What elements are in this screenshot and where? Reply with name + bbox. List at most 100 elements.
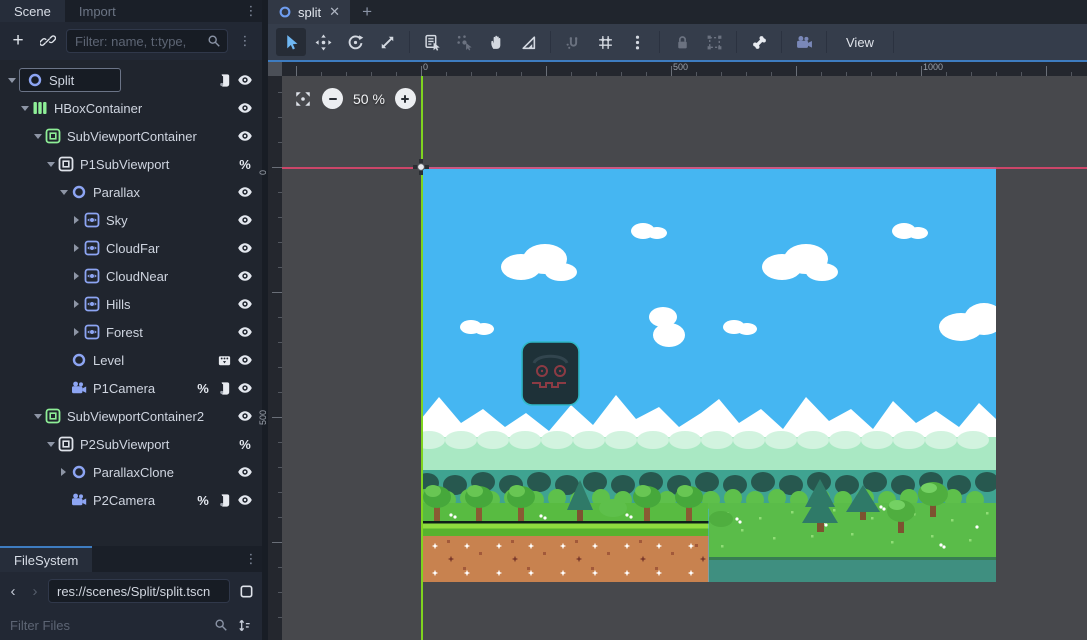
visibility-toggle-icon[interactable]	[236, 296, 254, 312]
file-filter-input[interactable]	[8, 617, 208, 634]
collapse-arrow-icon[interactable]	[30, 129, 45, 143]
grid-snap-button[interactable]	[590, 28, 620, 56]
zoom-percentage[interactable]: 50 %	[353, 91, 385, 107]
tree-node-p1subviewport[interactable]: P1SubViewport%	[0, 150, 262, 178]
file-sort-button[interactable]	[234, 613, 254, 637]
collapse-arrow-icon[interactable]	[30, 409, 45, 423]
select-arrow-icon	[283, 34, 300, 51]
visibility-toggle-icon[interactable]	[236, 72, 254, 88]
unique-name-badge: %	[194, 492, 212, 508]
tree-node-sky[interactable]: Sky	[0, 206, 262, 234]
expand-arrow-icon[interactable]	[69, 297, 84, 311]
tree-node-subviewportcontainer[interactable]: SubViewportContainer	[0, 122, 262, 150]
tree-node-parallax[interactable]: Parallax	[0, 178, 262, 206]
tree-node-p2camera[interactable]: P2Camera%	[0, 486, 262, 514]
subviewport-container-icon	[45, 128, 61, 144]
expand-arrow-icon[interactable]	[56, 465, 71, 479]
visibility-toggle-icon[interactable]	[236, 324, 254, 340]
tree-node-split[interactable]: Split	[0, 66, 262, 94]
tree-node-hboxcontainer[interactable]: HBoxContainer	[0, 94, 262, 122]
collapse-arrow-icon[interactable]	[4, 73, 19, 87]
node-rename-box[interactable]: Split	[19, 68, 121, 92]
skeleton-options-button[interactable]	[744, 28, 774, 56]
pivot-tool-button[interactable]	[449, 28, 479, 56]
tree-node-forest[interactable]: Forest	[0, 318, 262, 346]
node-label-group: P1SubViewport	[58, 156, 169, 172]
history-back-button[interactable]: ‹	[4, 580, 22, 602]
rotate-tool-button[interactable]	[340, 28, 370, 56]
visibility-toggle-icon[interactable]	[236, 128, 254, 144]
visibility-toggle-icon[interactable]	[236, 100, 254, 116]
zoom-out-button[interactable]	[322, 88, 343, 109]
lock-node-button[interactable]	[667, 28, 697, 56]
node2d-icon	[71, 464, 87, 480]
tree-node-level[interactable]: Level	[0, 346, 262, 374]
scene-filter-box	[66, 29, 228, 53]
visibility-toggle-icon[interactable]	[236, 464, 254, 480]
filesystem-menu-dots-icon[interactable]: ⋮	[240, 546, 262, 572]
visibility-toggle-icon[interactable]	[236, 380, 254, 396]
tab-import[interactable]: Import	[65, 0, 130, 22]
visibility-toggle-icon[interactable]	[236, 240, 254, 256]
add-node-button[interactable]: +	[6, 29, 30, 53]
scene-tab-split[interactable]: split ✕	[268, 0, 350, 24]
tree-node-parallaxclone[interactable]: ParallaxClone	[0, 458, 262, 486]
canvas[interactable]: 50 %	[282, 76, 1087, 640]
open-in-editor-icon[interactable]	[215, 352, 233, 368]
smart-snap-button[interactable]	[558, 28, 588, 56]
expand-arrow-icon[interactable]	[69, 325, 84, 339]
collapse-arrow-icon[interactable]	[17, 101, 32, 115]
move-tool-button[interactable]	[308, 28, 338, 56]
tab-filesystem[interactable]: FileSystem	[0, 546, 92, 572]
toggle-split-mode-button[interactable]	[234, 579, 258, 603]
list-select-tool-button[interactable]	[417, 28, 447, 56]
node-name: Level	[93, 353, 124, 368]
expand-arrow-icon[interactable]	[69, 269, 84, 283]
new-scene-tab-button[interactable]: +	[350, 0, 384, 24]
scene-filter-input[interactable]	[73, 33, 207, 50]
node-name: HBoxContainer	[54, 101, 142, 116]
zoom-in-button[interactable]	[395, 88, 416, 109]
hills-layer	[421, 431, 996, 473]
tree-node-p2subviewport[interactable]: P2SubViewport%	[0, 430, 262, 458]
collapse-arrow-icon[interactable]	[43, 437, 58, 451]
close-tab-icon[interactable]: ✕	[329, 4, 340, 20]
group-node-button[interactable]	[699, 28, 729, 56]
center-view-icon[interactable]	[294, 90, 312, 108]
collapse-arrow-icon[interactable]	[56, 185, 71, 199]
scene-tree-options-dots-icon[interactable]: ⋮	[234, 33, 256, 49]
expand-arrow-icon[interactable]	[69, 241, 84, 255]
visibility-toggle-icon[interactable]	[236, 212, 254, 228]
visibility-toggle-icon[interactable]	[236, 184, 254, 200]
tree-node-cloudnear[interactable]: CloudNear	[0, 262, 262, 290]
dock-menu-dots-icon[interactable]: ⋮	[240, 0, 262, 22]
node-label-group: SubViewportContainer	[45, 128, 197, 144]
expand-arrow-icon[interactable]	[69, 213, 84, 227]
plus-icon	[399, 93, 411, 105]
tree-node-subviewportcontainer2[interactable]: SubViewportContainer2	[0, 402, 262, 430]
visibility-toggle-icon[interactable]	[236, 492, 254, 508]
pan-tool-button[interactable]	[481, 28, 511, 56]
filesystem-filter-row	[0, 610, 262, 640]
view-menu-button[interactable]: View	[834, 28, 886, 56]
camera-icon	[796, 34, 813, 51]
visibility-toggle-icon[interactable]	[236, 352, 254, 368]
ruler-tool-button[interactable]	[513, 28, 543, 56]
instantiate-scene-button[interactable]	[36, 29, 60, 53]
visibility-toggle-icon[interactable]	[236, 408, 254, 424]
origin-gizmo[interactable]	[412, 158, 430, 179]
tree-node-p1camera[interactable]: P1Camera%	[0, 374, 262, 402]
select-tool-button[interactable]	[276, 28, 306, 56]
history-forward-button[interactable]: ›	[26, 580, 44, 602]
tree-node-cloudfar[interactable]: CloudFar	[0, 234, 262, 262]
camera-override-button[interactable]	[789, 28, 819, 56]
scale-tool-button[interactable]	[372, 28, 402, 56]
list-select-icon	[424, 34, 441, 51]
player-character[interactable]	[522, 342, 579, 405]
tab-scene[interactable]: Scene	[0, 0, 65, 22]
snap-options-dots-button[interactable]	[622, 28, 652, 56]
collapse-arrow-icon[interactable]	[43, 157, 58, 171]
tree-node-hills[interactable]: Hills	[0, 290, 262, 318]
visibility-toggle-icon[interactable]	[236, 268, 254, 284]
current-path-input[interactable]	[55, 583, 223, 600]
